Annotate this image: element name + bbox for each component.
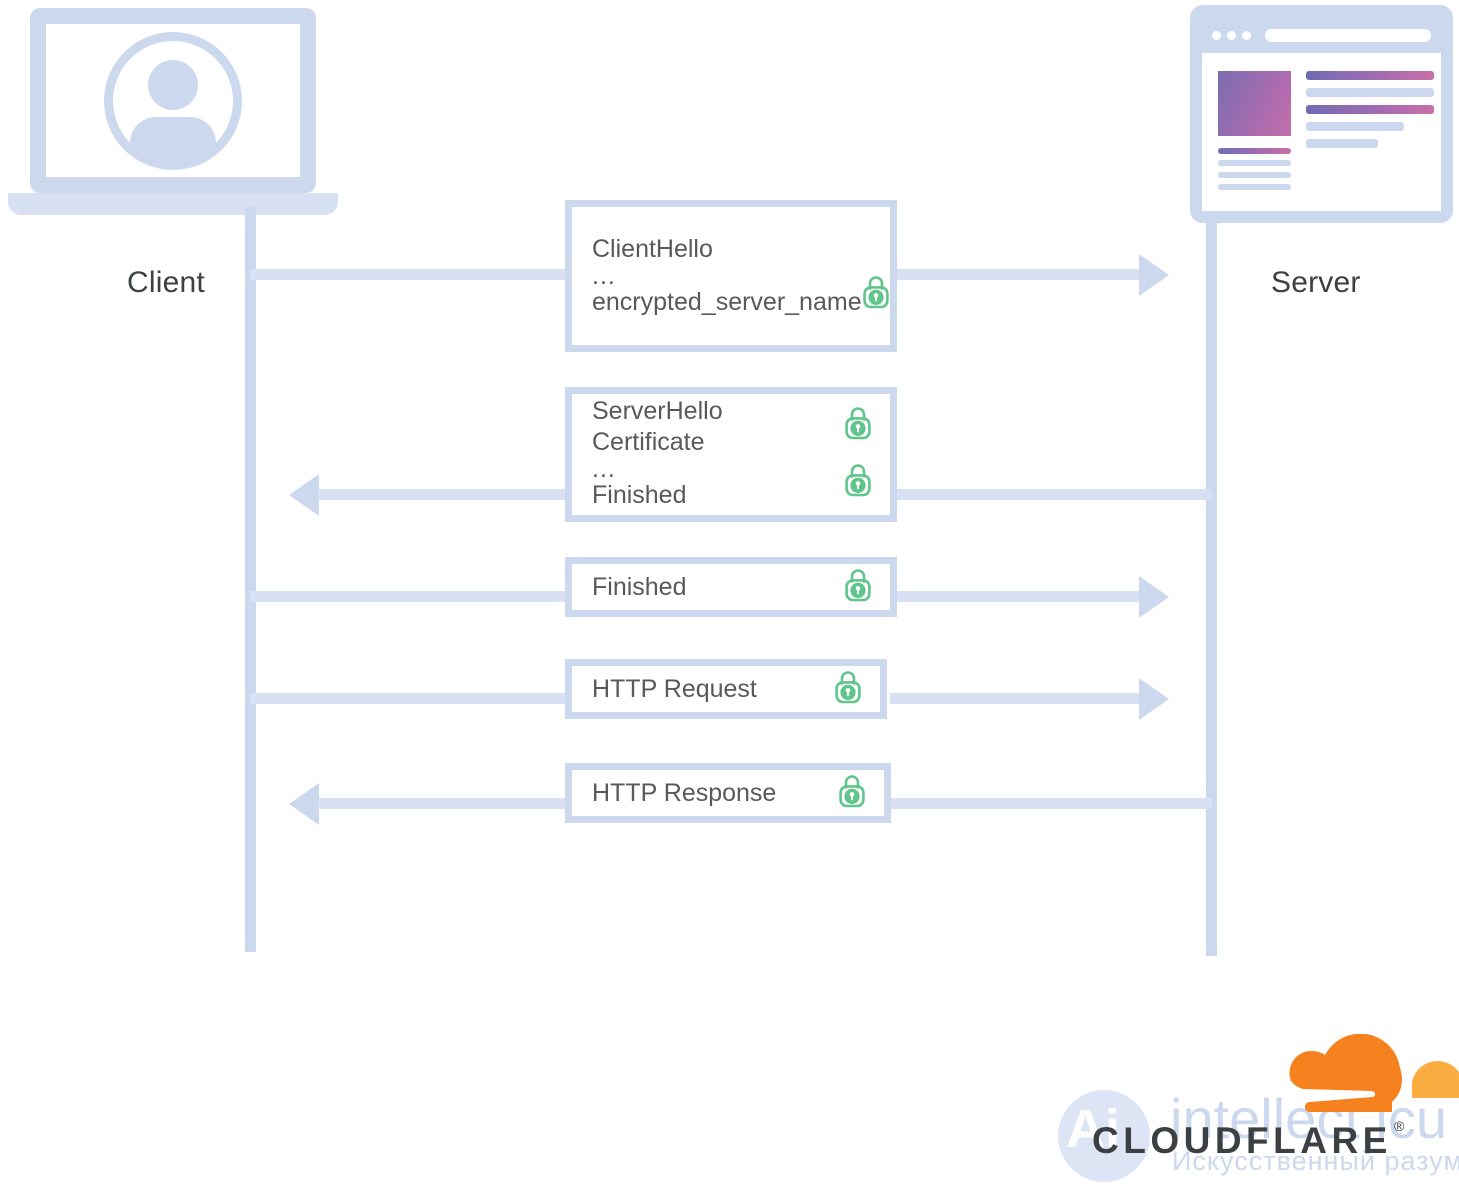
lock-column [838, 774, 866, 813]
message-box-finished: Finished [565, 557, 897, 617]
message-lines: Finished [592, 572, 687, 603]
page-text-bar [1218, 172, 1291, 178]
message-arrow-line [250, 591, 570, 602]
message-line-text: HTTP Response [592, 778, 777, 807]
message-arrow-line [890, 591, 1145, 602]
message-lines: HTTP Response [592, 778, 776, 809]
message-box-http-response: HTTP Response [565, 763, 891, 823]
message-line-text: Certificate [592, 428, 705, 456]
cloudflare-cloud-icon [1289, 1034, 1459, 1112]
message-arrow-line [318, 798, 570, 809]
message-arrow-line [890, 489, 1212, 500]
message-arrow-line [890, 798, 1212, 809]
message-arrow-line [890, 269, 1145, 280]
avatar-head [148, 59, 198, 110]
message-box-server-hello: ServerHello Certificate ... Finished [565, 387, 897, 522]
registered-mark: ® [1394, 1118, 1405, 1134]
message-line-text: HTTP Request [592, 674, 757, 703]
arrow-head-left-icon [289, 783, 319, 825]
message-arrow-line [890, 693, 1145, 704]
page-heading-bar [1306, 105, 1434, 114]
cloudflare-wordmark: CLOUDFLARE [1092, 1120, 1392, 1161]
message-line-text: ClientHello [592, 235, 713, 263]
message-lines: ClientHello ... encrypted_server_name [592, 234, 862, 318]
arrow-head-right-icon [1139, 254, 1169, 296]
page-heading-bar [1306, 71, 1434, 80]
message-lines: HTTP Request [592, 674, 757, 705]
browser-titlebar [1202, 17, 1441, 53]
laptop-base [8, 193, 338, 215]
arrow-head-left-icon [289, 474, 319, 516]
page-text-bar [1218, 160, 1291, 166]
window-dot-maximize-icon [1242, 30, 1251, 40]
message-box-client-hello: ClientHello ... encrypted_server_name [565, 200, 897, 352]
window-dot-minimize-icon [1227, 30, 1236, 40]
client-label: Client [127, 266, 205, 299]
page-hero-image [1218, 71, 1291, 136]
laptop-screen [30, 8, 316, 193]
message-line-text: ... [592, 455, 616, 483]
message-arrow-line [318, 489, 570, 500]
lock-icon [844, 463, 872, 502]
server-lifeline [1206, 219, 1217, 956]
message-lines: ServerHello Certificate ... Finished [592, 396, 723, 511]
server-label: Server [1271, 266, 1361, 299]
lock-icon [844, 406, 872, 445]
lock-column [834, 670, 862, 709]
message-line-text: ServerHello [592, 397, 723, 425]
avatar-body [130, 116, 216, 161]
arrow-head-right-icon [1139, 678, 1169, 720]
lock-icon [838, 774, 866, 813]
browser-page-content [1202, 53, 1441, 211]
page-text-bar [1306, 88, 1434, 97]
message-line-text: encrypted_server_name [592, 288, 862, 316]
laptop-user-icon [8, 8, 338, 223]
lock-column [862, 239, 890, 314]
page-text-bar [1306, 122, 1404, 131]
page-subheading-bar [1218, 148, 1291, 154]
lock-icon [862, 275, 890, 314]
diagram-canvas: Client Server ClientHello ... encrypted_… [0, 0, 1459, 1195]
page-text-bar [1306, 139, 1378, 148]
client-lifeline [245, 207, 256, 952]
message-line-text: ... [592, 262, 616, 290]
avatar-icon [104, 31, 242, 170]
lock-icon [834, 670, 862, 709]
cloudflare-logo: CLOUDFLARE ® [1088, 1034, 1459, 1166]
message-line-text: Finished [592, 572, 687, 601]
lock-column [844, 568, 872, 607]
lock-icon [844, 568, 872, 607]
window-dot-close-icon [1212, 30, 1221, 40]
page-text-bar [1218, 184, 1291, 190]
message-line-text: Finished [592, 481, 687, 509]
arrow-head-right-icon [1139, 576, 1169, 618]
browser-url-bar [1265, 28, 1431, 42]
message-arrow-line [250, 269, 570, 280]
lock-column [844, 406, 872, 502]
browser-window-icon [1190, 5, 1453, 223]
message-box-http-request: HTTP Request [565, 659, 887, 719]
message-arrow-line [250, 693, 570, 704]
